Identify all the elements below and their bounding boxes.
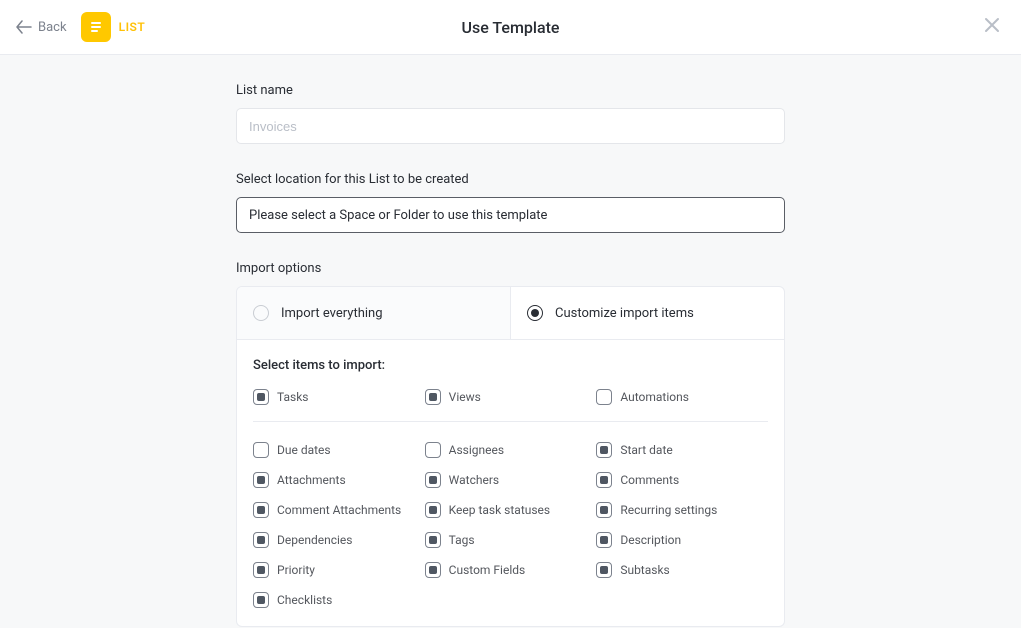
checkbox-icon: [596, 502, 612, 518]
checkbox-checklists[interactable]: Checklists: [253, 592, 425, 608]
checkbox-tags[interactable]: Tags: [425, 532, 597, 548]
select-items-label: Select items to import:: [253, 358, 768, 373]
content-scroll[interactable]: List name Select location for this List …: [0, 55, 1021, 628]
checkbox-start-date[interactable]: Start date: [596, 442, 768, 458]
checkbox-label: Assignees: [449, 443, 504, 457]
checkbox-label: Custom Fields: [449, 563, 526, 577]
divider: [253, 421, 768, 422]
checkbox-icon: [425, 562, 441, 578]
checkbox-attachments[interactable]: Attachments: [253, 472, 425, 488]
checkbox-label: Due dates: [277, 443, 331, 457]
checkbox-label: Watchers: [449, 473, 499, 487]
radio-label: Customize import items: [555, 306, 694, 321]
checkbox-label: Tags: [449, 533, 475, 547]
checkbox-views[interactable]: Views: [425, 389, 597, 405]
arrow-left-icon: [16, 20, 32, 34]
back-button[interactable]: Back: [16, 20, 67, 35]
checkbox-priority[interactable]: Priority: [253, 562, 425, 578]
import-items-panel: Select items to import: Tasks Views Automa…: [236, 340, 785, 627]
checkbox-comments[interactable]: Comments: [596, 472, 768, 488]
top-import-items: Tasks Views Automations: [253, 389, 768, 405]
location-placeholder: Please select a Space or Folder to use t…: [249, 208, 547, 223]
checkbox-icon: [253, 592, 269, 608]
checkbox-label: Priority: [277, 563, 315, 577]
checkbox-icon: [253, 562, 269, 578]
form-content: List name Select location for this List …: [236, 55, 785, 628]
checkbox-icon: [425, 502, 441, 518]
radio-label: Import everything: [281, 306, 383, 321]
checkbox-icon: [425, 389, 441, 405]
checkbox-icon: [253, 389, 269, 405]
checkbox-icon: [253, 472, 269, 488]
checkbox-custom-fields[interactable]: Custom Fields: [425, 562, 597, 578]
checkbox-assignees[interactable]: Assignees: [425, 442, 597, 458]
location-label: Select location for this List to be crea…: [236, 172, 785, 187]
radio-customize-items[interactable]: Customize import items: [511, 287, 784, 339]
import-options-label: Import options: [236, 261, 785, 276]
list-name-input[interactable]: [236, 108, 785, 144]
location-select[interactable]: Please select a Space or Folder to use t…: [236, 197, 785, 233]
checkbox-label: Subtasks: [620, 563, 669, 577]
radio-icon: [527, 305, 543, 321]
checkbox-label: Start date: [620, 443, 672, 457]
checkbox-icon: [253, 442, 269, 458]
checkbox-icon: [253, 532, 269, 548]
close-icon: [983, 16, 1001, 34]
checkbox-due-dates[interactable]: Due dates: [253, 442, 425, 458]
template-type-label: LIST: [119, 20, 146, 34]
list-name-label: List name: [236, 83, 785, 98]
checkbox-subtasks[interactable]: Subtasks: [596, 562, 768, 578]
checkbox-icon: [253, 502, 269, 518]
checkbox-label: Comment Attachments: [277, 503, 401, 517]
checkbox-watchers[interactable]: Watchers: [425, 472, 597, 488]
template-type-tag: LIST: [81, 12, 146, 42]
checkbox-automations[interactable]: Automations: [596, 389, 768, 405]
checkbox-label: Attachments: [277, 473, 346, 487]
grid-import-items: Due dates Assignees Start date Attachments W…: [253, 442, 768, 608]
modal-header: Back LIST Use Template: [0, 0, 1021, 55]
checkbox-icon: [596, 472, 612, 488]
checkbox-label: Recurring settings: [620, 503, 717, 517]
checkbox-icon: [596, 442, 612, 458]
checkbox-icon: [425, 442, 441, 458]
checkbox-tasks[interactable]: Tasks: [253, 389, 425, 405]
radio-import-everything[interactable]: Import everything: [237, 287, 511, 339]
checkbox-label: Dependencies: [277, 533, 352, 547]
checkbox-icon: [596, 532, 612, 548]
list-icon: [81, 12, 111, 42]
radio-icon: [253, 305, 269, 321]
checkbox-recurring-settings[interactable]: Recurring settings: [596, 502, 768, 518]
checkbox-keep-task-statuses[interactable]: Keep task statuses: [425, 502, 597, 518]
checkbox-icon: [596, 562, 612, 578]
checkbox-icon: [596, 389, 612, 405]
checkbox-label: Tasks: [277, 390, 309, 404]
checkbox-label: Automations: [620, 390, 689, 404]
modal-title: Use Template: [462, 18, 560, 37]
back-label: Back: [38, 20, 67, 35]
checkbox-label: Description: [620, 533, 681, 547]
checkbox-label: Keep task statuses: [449, 503, 550, 517]
checkbox-comment-attachments[interactable]: Comment Attachments: [253, 502, 425, 518]
import-mode-radio-group: Import everything Customize import items: [236, 286, 785, 340]
checkbox-icon: [425, 472, 441, 488]
checkbox-label: Views: [449, 390, 481, 404]
checkbox-label: Comments: [620, 473, 679, 487]
checkbox-description[interactable]: Description: [596, 532, 768, 548]
checkbox-dependencies[interactable]: Dependencies: [253, 532, 425, 548]
checkbox-icon: [425, 532, 441, 548]
close-button[interactable]: [979, 12, 1005, 42]
checkbox-label: Checklists: [277, 593, 332, 607]
